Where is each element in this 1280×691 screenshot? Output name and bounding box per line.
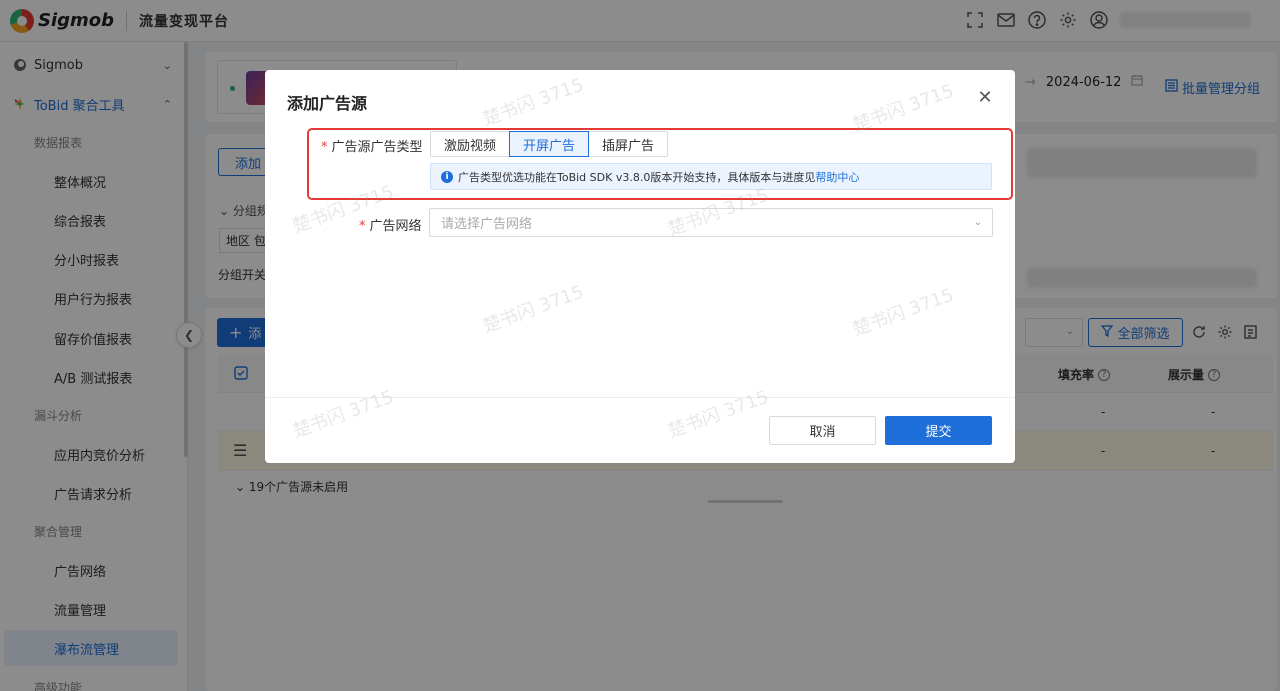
- info-icon: i: [441, 170, 453, 183]
- ad-network-placeholder: 请选择广告网络: [441, 217, 533, 232]
- notice-text: 广告类型优选功能在ToBid SDK v3.8.0版本开始支持，具体版本与进度见: [458, 170, 816, 184]
- ad-network-label: * 广告网络: [359, 219, 422, 234]
- watermark: 楚书闪 3715: [480, 281, 587, 338]
- submit-button[interactable]: 提交: [885, 416, 992, 445]
- dialog-title: 添加广告源: [287, 94, 368, 113]
- ad-type-splash[interactable]: 开屏广告: [509, 131, 590, 157]
- help-center-link[interactable]: 帮助中心: [815, 169, 859, 185]
- watermark: 楚书闪 3715: [665, 386, 772, 443]
- required-mark: *: [321, 140, 328, 155]
- ad-type-interstitial[interactable]: 插屏广告: [588, 131, 669, 157]
- ad-type-rewarded-video[interactable]: 激励视频: [430, 131, 511, 157]
- watermark: 楚书闪 3715: [850, 80, 957, 137]
- footer-divider: [265, 397, 1015, 398]
- ad-type-segmented-control: 激励视频 开屏广告 插屏广告: [430, 131, 669, 157]
- watermark: 楚书闪 3715: [290, 386, 397, 443]
- cancel-button[interactable]: 取消: [769, 416, 876, 445]
- close-icon[interactable]: ✕: [977, 89, 993, 107]
- required-mark: *: [359, 219, 366, 234]
- ad-type-notice: i 广告类型优选功能在ToBid SDK v3.8.0版本开始支持，具体版本与进…: [430, 163, 992, 190]
- watermark: 楚书闪 3715: [850, 284, 957, 341]
- watermark: 楚书闪 3715: [480, 74, 587, 131]
- add-ad-source-dialog: 添加广告源 ✕ * 广告源广告类型 激励视频 开屏广告 插屏广告 i 广告类型优选…: [265, 70, 1015, 463]
- chevron-down-icon: ⌄: [973, 217, 982, 228]
- ad-network-select[interactable]: 请选择广告网络 ⌄: [429, 208, 993, 237]
- ad-type-label: * 广告源广告类型: [321, 140, 423, 155]
